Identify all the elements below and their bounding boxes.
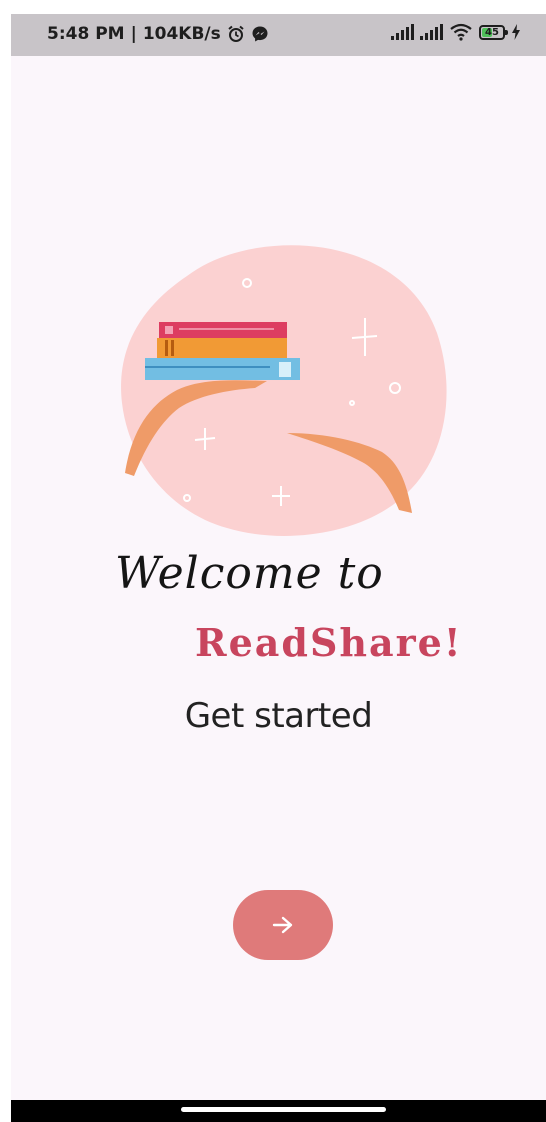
network-speed: 104KB/s	[142, 24, 221, 44]
app-screen: 5:48 PM | 104KB/s 45 Welcome to ReadShar…	[11, 14, 546, 1122]
status-right: 45	[391, 23, 521, 41]
book-stack	[145, 322, 300, 380]
arrow-right-icon	[272, 916, 293, 934]
status-left: 5:48 PM | 104KB/s	[47, 24, 269, 44]
status-separator: |	[130, 24, 137, 44]
signal-icon	[391, 24, 414, 40]
get-started-label: Get started	[184, 696, 373, 736]
messenger-icon	[252, 26, 268, 42]
welcome-heading: Welcome to	[115, 548, 384, 599]
alarm-icon	[228, 25, 244, 42]
charging-icon	[512, 24, 520, 40]
signal-icon	[420, 24, 443, 40]
battery-level: 45	[485, 26, 499, 38]
wifi-icon	[450, 23, 472, 41]
next-button[interactable]	[233, 890, 333, 960]
books-illustration	[121, 245, 447, 536]
book-blue	[145, 358, 300, 380]
status-bar: 5:48 PM | 104KB/s 45	[11, 14, 546, 56]
app-name: ReadShare!	[195, 620, 463, 665]
status-time: 5:48 PM	[47, 24, 125, 44]
book-orange	[157, 338, 287, 358]
home-handle[interactable]	[181, 1107, 386, 1112]
battery-icon: 45	[479, 24, 508, 40]
navigation-bar	[11, 1100, 546, 1122]
